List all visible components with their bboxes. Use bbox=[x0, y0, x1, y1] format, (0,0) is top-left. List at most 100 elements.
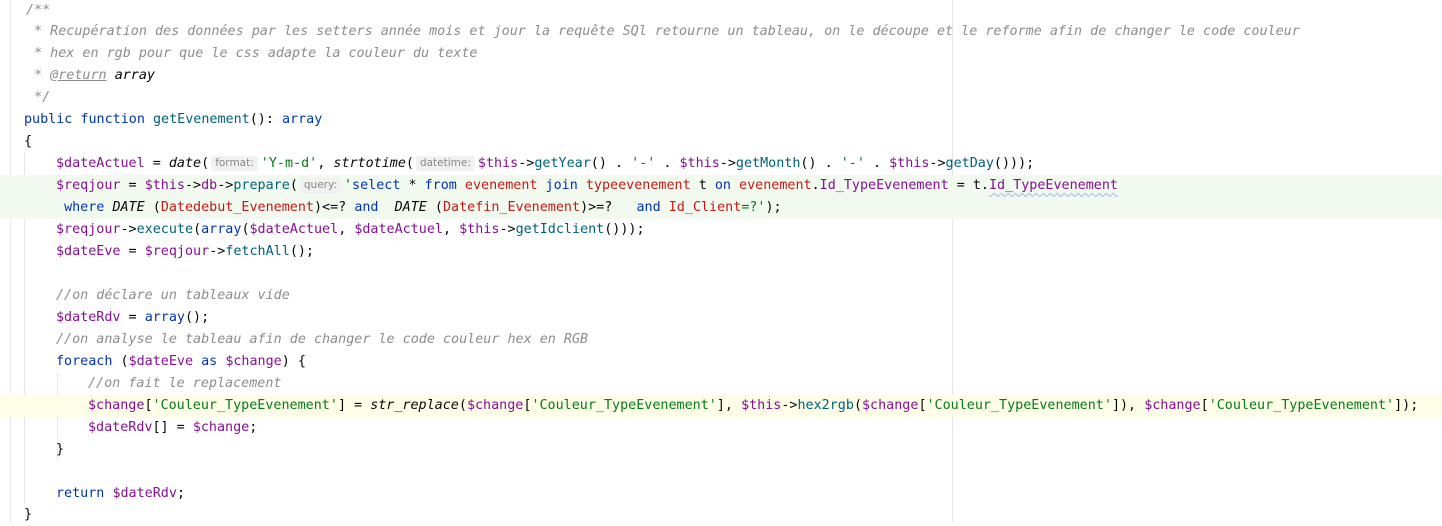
function-call: str_replace bbox=[370, 398, 459, 413]
variable: $this bbox=[889, 156, 930, 171]
string: =?' bbox=[741, 200, 766, 215]
doc-tag: @return bbox=[50, 68, 107, 83]
line-comment: //on analyse le tableau afin de changer … bbox=[56, 332, 589, 347]
code-line[interactable]: $dateRdv[] = $change; bbox=[0, 417, 1442, 439]
string: 'Couleur_TypeEvenement' bbox=[926, 398, 1112, 413]
sql-column: Id_TypeEvenement bbox=[988, 178, 1118, 193]
variable: $dateRdv bbox=[56, 310, 121, 325]
variable: $dateRdv bbox=[112, 486, 177, 501]
variable: $this bbox=[144, 178, 185, 193]
sql-column: Id_Client bbox=[668, 200, 742, 215]
code-editor[interactable]: /** * Recupération des données par les s… bbox=[0, 0, 1442, 522]
keyword: array bbox=[144, 310, 185, 325]
code-line[interactable]: //on analyse le tableau afin de changer … bbox=[0, 329, 1442, 351]
variable: $dateActuel bbox=[354, 222, 443, 237]
punctuation: } bbox=[56, 442, 65, 457]
keyword: array bbox=[201, 222, 242, 237]
sql-text: )<=? bbox=[314, 200, 355, 215]
sql-keyword: where bbox=[64, 200, 105, 215]
code-line[interactable]: /** bbox=[0, 0, 1442, 22]
method-call: getYear bbox=[534, 156, 591, 171]
code-line[interactable]: return $dateRdv; bbox=[0, 483, 1442, 505]
sql-keyword: on bbox=[714, 178, 731, 193]
variable: $change bbox=[466, 398, 524, 413]
string: '-' bbox=[840, 156, 865, 171]
code-line[interactable]: * hex en rgb pour que le css adapte la c… bbox=[0, 43, 1442, 65]
variable: $this bbox=[459, 222, 500, 237]
sql-function: DATE bbox=[394, 200, 427, 215]
sql-table: typeevenement bbox=[585, 178, 691, 193]
variable: $change bbox=[88, 398, 145, 413]
doc-comment: */ bbox=[26, 90, 51, 105]
method-call: execute bbox=[136, 222, 194, 237]
line-comment: //on déclare un tableaux vide bbox=[56, 288, 290, 303]
sql-keyword: and bbox=[354, 200, 379, 215]
sql-table: evenement bbox=[739, 178, 812, 193]
code-line[interactable]: $change['Couleur_TypeEvenement'] = str_r… bbox=[0, 395, 1442, 417]
sql-text: )>=? bbox=[580, 200, 637, 215]
keyword: array bbox=[282, 112, 323, 127]
sql-function: DATE bbox=[112, 200, 145, 215]
sql-text: * bbox=[400, 178, 425, 193]
string: 'Y-m-d' bbox=[260, 156, 318, 171]
punctuation: } bbox=[24, 507, 33, 522]
sql-column: Datefin_Evenement bbox=[443, 200, 581, 215]
sql-keyword: join bbox=[545, 178, 578, 193]
string: '-' bbox=[631, 156, 656, 171]
code-line[interactable]: * Recupération des données par les sette… bbox=[0, 21, 1442, 43]
variable: $this bbox=[477, 156, 519, 171]
doc-comment: * Recupération des données par les sette… bbox=[26, 24, 1300, 39]
code-line[interactable]: //on fait le replacement bbox=[0, 373, 1442, 395]
sql-keyword: and bbox=[636, 200, 661, 215]
parameter-hint: datetime: bbox=[415, 156, 475, 171]
keyword: return bbox=[56, 486, 105, 501]
method-call: getDay bbox=[945, 156, 994, 171]
punctuation: { bbox=[24, 134, 33, 149]
sql-keyword: select bbox=[352, 178, 401, 193]
string: 'Couleur_TypeEvenement' bbox=[531, 398, 717, 413]
method-call: getIdclient bbox=[515, 222, 605, 237]
code-line[interactable]: } bbox=[0, 439, 1442, 461]
doc-comment: * bbox=[26, 68, 51, 83]
string: 'Couleur_TypeEvenement' bbox=[1208, 398, 1395, 413]
sql-table: evenement bbox=[464, 178, 538, 193]
code-line[interactable]: */ bbox=[0, 87, 1442, 109]
punctuation: (): bbox=[249, 112, 282, 127]
variable: $reqjour bbox=[144, 244, 210, 259]
string: 'Couleur_TypeEvenement' bbox=[152, 398, 338, 413]
function-call: date bbox=[168, 156, 202, 171]
line-comment: //on fait le replacement bbox=[88, 376, 282, 391]
variable: $dateEve bbox=[128, 354, 194, 369]
variable: $dateActuel bbox=[56, 156, 145, 171]
method-call: prepare bbox=[233, 178, 290, 193]
code-line[interactable]: { bbox=[0, 131, 1442, 153]
sql-column: Datedebut_Evenement bbox=[160, 200, 314, 215]
code-line[interactable]: } bbox=[0, 504, 1442, 526]
code-line[interactable]: public function getEvenement(): array bbox=[0, 109, 1442, 131]
variable: $reqjour bbox=[56, 178, 121, 193]
sql-text: = t. bbox=[948, 178, 989, 193]
code-line[interactable]: $reqjour = $this->db->prepare(query:'sel… bbox=[0, 175, 1442, 197]
parameter-hint: query: bbox=[299, 178, 341, 193]
code-line[interactable]: foreach ($dateEve as $change) { bbox=[0, 351, 1442, 373]
code-line[interactable]: * @return array bbox=[0, 65, 1442, 87]
method-call: hex2rgb bbox=[797, 398, 854, 413]
function-call: strtotime bbox=[333, 156, 406, 171]
variable: $this bbox=[741, 398, 782, 413]
code-line[interactable]: $reqjour->execute(array($dateActuel, $da… bbox=[0, 219, 1442, 241]
keyword: foreach bbox=[56, 354, 113, 369]
keyword: function bbox=[80, 112, 145, 127]
code-line[interactable]: //on déclare un tableaux vide bbox=[0, 285, 1442, 307]
variable: $dateActuel bbox=[249, 222, 339, 237]
method-call: getMonth bbox=[735, 156, 801, 171]
string: ' bbox=[343, 178, 353, 193]
variable: $this bbox=[679, 156, 720, 171]
code-line[interactable]: $dateEve = $reqjour->fetchAll(); bbox=[0, 241, 1442, 263]
keyword: public bbox=[24, 112, 73, 127]
code-line[interactable]: $dateRdv = array(); bbox=[0, 307, 1442, 329]
variable: $change bbox=[225, 354, 282, 369]
code-line[interactable]: where DATE (Datedebut_Evenement)<=? and … bbox=[0, 197, 1442, 219]
code-line[interactable]: $dateActuel = date(format: 'Y-m-d', strto… bbox=[0, 153, 1442, 175]
sql-text: t bbox=[690, 178, 715, 193]
sql-keyword: from bbox=[424, 178, 457, 193]
